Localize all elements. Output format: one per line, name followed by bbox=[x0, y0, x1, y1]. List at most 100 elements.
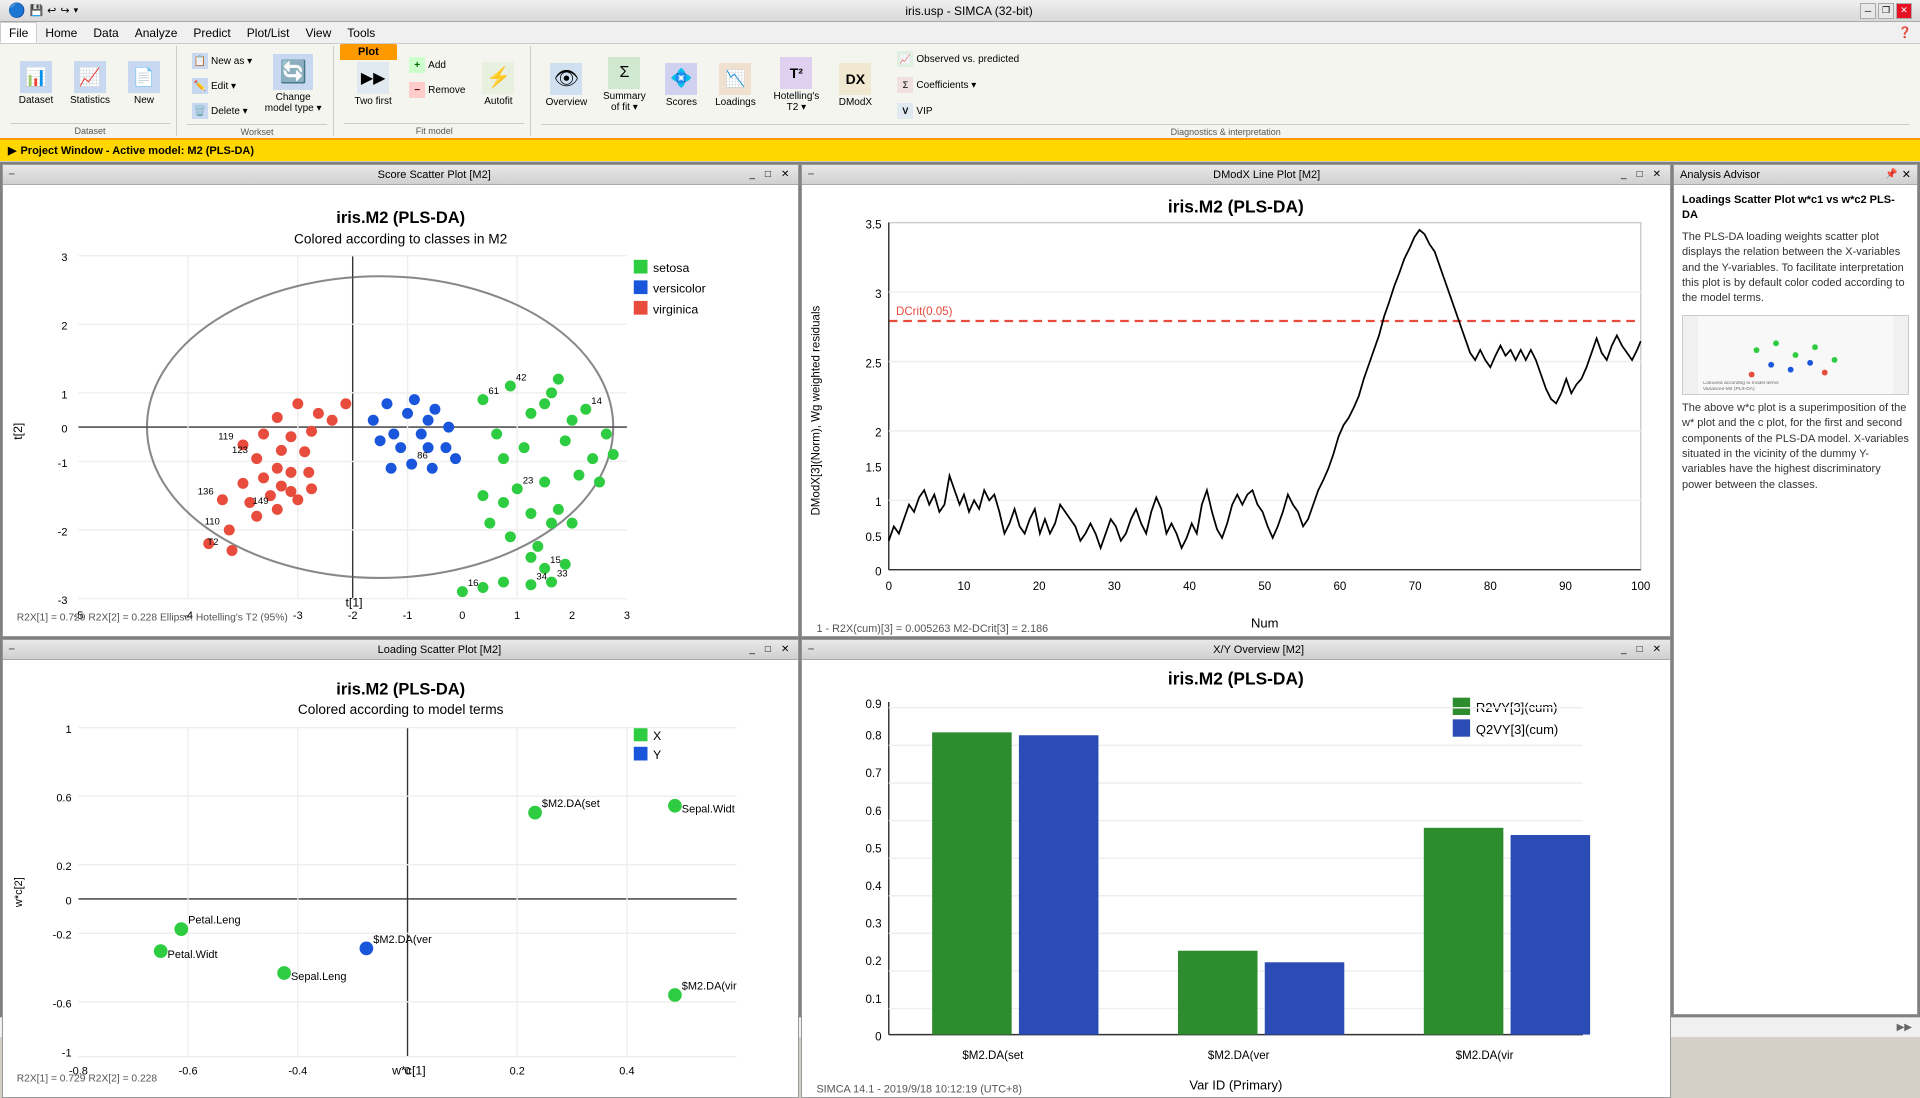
svg-text:setosa: setosa bbox=[653, 261, 689, 275]
dataset-group-label: Dataset bbox=[10, 123, 170, 136]
advisor-pin[interactable]: 📌 bbox=[1885, 169, 1897, 180]
score-restore[interactable]: □ bbox=[762, 168, 774, 181]
svg-text:-3: -3 bbox=[293, 610, 303, 622]
menu-predict[interactable]: Predict bbox=[185, 22, 238, 43]
dmodx-panel: ━ DModX Line Plot [M2] _ □ ✕ iris.M2 (PL… bbox=[801, 164, 1671, 637]
svg-text:Y: Y bbox=[653, 748, 661, 762]
svg-text:1: 1 bbox=[61, 389, 67, 401]
delete-button[interactable]: 🗑️ Delete ▾ bbox=[187, 100, 257, 122]
dataset-button[interactable]: 📊 Dataset bbox=[10, 50, 62, 118]
loading-close[interactable]: ✕ bbox=[778, 643, 792, 656]
svg-text:1: 1 bbox=[65, 724, 71, 736]
svg-text:Q2VY[3](cum): Q2VY[3](cum) bbox=[1476, 722, 1558, 737]
scores-button[interactable]: 💠 Scores bbox=[657, 51, 705, 119]
new-as-button[interactable]: 📋 New as ▾ bbox=[187, 50, 257, 72]
minimize-button[interactable]: ─ bbox=[1860, 3, 1876, 19]
observed-predicted-button[interactable]: 📈 Observed vs. predicted bbox=[892, 48, 1024, 70]
svg-text:t[2]: t[2] bbox=[11, 423, 25, 440]
dmodx-header: ━ DModX Line Plot [M2] _ □ ✕ bbox=[802, 165, 1670, 185]
menu-home[interactable]: Home bbox=[37, 22, 85, 43]
svg-text:$M2.DA(set: $M2.DA(set bbox=[963, 1050, 1025, 1062]
menu-file[interactable]: File bbox=[0, 22, 37, 43]
svg-text:110: 110 bbox=[205, 516, 220, 527]
restore-button[interactable]: ❐ bbox=[1878, 3, 1894, 19]
xy-overview-title: X/Y Overview [M2] bbox=[1213, 644, 1614, 656]
svg-text:0.2: 0.2 bbox=[866, 956, 882, 968]
edit-button[interactable]: ✏️ Edit ▾ bbox=[187, 75, 257, 97]
dmodx-restore[interactable]: □ bbox=[1634, 168, 1646, 181]
svg-text:123: 123 bbox=[232, 445, 248, 456]
dmodx-button[interactable]: DX DModX bbox=[831, 51, 879, 119]
svg-text:0.3: 0.3 bbox=[866, 919, 882, 931]
status-right: ▶▶ bbox=[1897, 1022, 1912, 1033]
svg-text:Colored according to model ter: Colored according to model terms bbox=[298, 702, 504, 717]
svg-text:t[1]: t[1] bbox=[345, 596, 362, 610]
change-model-button[interactable]: 🔄 Changemodel type ▾ bbox=[259, 50, 327, 118]
menu-tools[interactable]: Tools bbox=[339, 22, 383, 43]
svg-text:0: 0 bbox=[875, 1032, 881, 1044]
hotelling-icon: T² bbox=[780, 57, 812, 89]
add-icon: + bbox=[409, 57, 425, 73]
summary-fit-button[interactable]: Σ Summary of fit ▾ bbox=[595, 51, 653, 119]
xy-close[interactable]: ✕ bbox=[1650, 643, 1664, 656]
svg-text:Petal.Leng: Petal.Leng bbox=[188, 915, 240, 927]
score-minimize[interactable]: _ bbox=[746, 168, 758, 181]
loadings-button[interactable]: 📉 Loadings bbox=[709, 51, 761, 119]
quick-access-redo[interactable]: ↪ bbox=[60, 4, 69, 17]
svg-text:1.5: 1.5 bbox=[866, 462, 882, 474]
overview-button[interactable]: 👁 Overview bbox=[541, 51, 591, 119]
svg-text:Colored according to classes i: Colored according to classes in M2 bbox=[294, 231, 507, 246]
svg-text:2: 2 bbox=[61, 321, 67, 333]
dmodx-svg: iris.M2 (PLS-DA) DCrit(0.05) bbox=[802, 185, 1670, 636]
quick-access-save[interactable]: 💾 bbox=[29, 4, 43, 17]
xy-overview-svg: iris.M2 (PLS-DA) R2VY[3](cum) Q2VY[3](cu… bbox=[802, 660, 1670, 1097]
observed-icon: 📈 bbox=[897, 51, 913, 67]
svg-text:iris.M2 (PLS-DA): iris.M2 (PLS-DA) bbox=[1168, 669, 1304, 689]
dmodx-title: DModX Line Plot [M2] bbox=[1213, 169, 1614, 181]
svg-text:50: 50 bbox=[1259, 581, 1272, 593]
dmodx-minimize[interactable]: _ bbox=[1618, 168, 1630, 181]
advisor-close-icon[interactable]: ✕ bbox=[1902, 168, 1911, 181]
dmodx-content: iris.M2 (PLS-DA) DCrit(0.05) bbox=[802, 185, 1670, 636]
two-first-button[interactable]: ▶▶ Two first bbox=[344, 50, 402, 118]
remove-button[interactable]: − Remove bbox=[404, 79, 470, 101]
xy-restore[interactable]: □ bbox=[1634, 643, 1646, 656]
svg-text:0.5: 0.5 bbox=[866, 844, 882, 856]
loading-restore[interactable]: □ bbox=[762, 643, 774, 656]
advisor-thumbnail: Variances-M2 (PLS-DA) Coloured according… bbox=[1682, 315, 1909, 395]
loading-minimize[interactable]: _ bbox=[746, 643, 758, 656]
new-button[interactable]: 📄 New bbox=[118, 50, 170, 118]
dmodx-close[interactable]: ✕ bbox=[1650, 168, 1664, 181]
change-model-icon: 🔄 bbox=[273, 54, 313, 90]
svg-text:100: 100 bbox=[1631, 581, 1650, 593]
plot-tab[interactable]: Plot bbox=[340, 44, 397, 60]
help-icon[interactable]: ❓ bbox=[1890, 26, 1920, 39]
statistics-icon: 📈 bbox=[74, 61, 106, 93]
menu-view[interactable]: View bbox=[297, 22, 339, 43]
statistics-button[interactable]: 📈 Statistics bbox=[64, 50, 116, 118]
svg-text:0.2: 0.2 bbox=[510, 1066, 525, 1078]
ribbon: Plot 📊 Dataset 📈 Statistics 📄 New Datase… bbox=[0, 44, 1920, 140]
autofit-button[interactable]: ⚡ Autofit bbox=[472, 50, 524, 118]
scores-icon: 💠 bbox=[665, 63, 697, 95]
coefficients-button[interactable]: Σ Coefficients ▾ bbox=[892, 74, 1024, 96]
add-button[interactable]: + Add bbox=[404, 54, 470, 76]
score-close[interactable]: ✕ bbox=[778, 168, 792, 181]
score-scatter-title: Score Scatter Plot [M2] bbox=[378, 169, 743, 181]
svg-text:DCrit(0.05): DCrit(0.05) bbox=[896, 306, 953, 318]
quick-access-undo[interactable]: ↩ bbox=[47, 4, 56, 17]
svg-text:70: 70 bbox=[1409, 581, 1422, 593]
svg-text:1 - R2X(cum)[3] = 0.005263 M2: 1 - R2X(cum)[3] = 0.005263 M2-DCrit[3] =… bbox=[817, 623, 1049, 635]
xy-minimize[interactable]: _ bbox=[1618, 643, 1630, 656]
vip-button[interactable]: V VIP bbox=[892, 100, 1024, 122]
hotelling-button[interactable]: T² Hotelling's T2 ▾ bbox=[765, 51, 827, 119]
svg-text:virginica: virginica bbox=[653, 302, 698, 316]
menu-plotlist[interactable]: Plot/List bbox=[239, 22, 298, 43]
menu-data[interactable]: Data bbox=[85, 22, 126, 43]
coefficients-icon: Σ bbox=[897, 77, 913, 93]
menu-analyze[interactable]: Analyze bbox=[127, 22, 186, 43]
svg-text:90: 90 bbox=[1559, 581, 1572, 593]
svg-text:-1: -1 bbox=[58, 458, 68, 470]
close-button[interactable]: ✕ bbox=[1896, 3, 1912, 19]
svg-text:-1: -1 bbox=[403, 610, 413, 622]
